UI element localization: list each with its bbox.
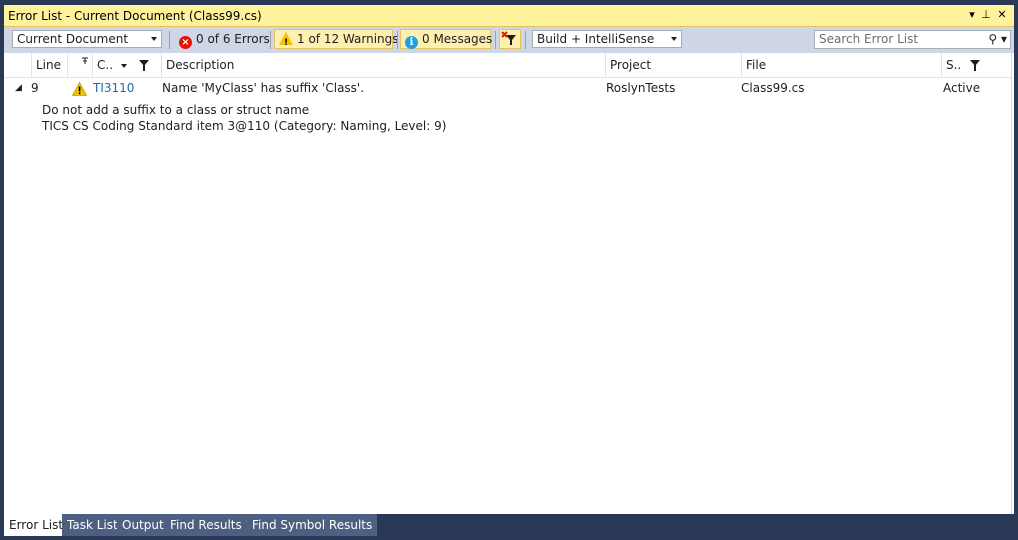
chevron-down-icon: [671, 37, 677, 41]
column-header-file[interactable]: File: [742, 53, 942, 78]
project-cell: RoslynTests: [606, 81, 676, 95]
close-icon[interactable]: ✕: [994, 7, 1010, 23]
messages-filter-button[interactable]: i 0 Messages: [400, 29, 493, 49]
toolbar-separator: [495, 31, 496, 49]
tab-find-symbol-results[interactable]: Find Symbol Results: [247, 514, 378, 536]
pin-icon[interactable]: ⊥: [978, 7, 994, 23]
state-cell: Active: [943, 81, 981, 95]
expander-icon[interactable]: ◢: [15, 83, 22, 93]
column-header-project[interactable]: Project: [606, 53, 742, 78]
row-detail-line: Do not add a suffix to a class or struct…: [42, 103, 310, 117]
clear-filter-icon: [501, 31, 516, 45]
error-list-toolbar: Current Document × 0 of 6 Errors ! 1 of 12…: [4, 27, 1014, 53]
line-cell: 9: [31, 81, 39, 95]
tab-error-list[interactable]: Error List: [4, 514, 69, 536]
column-header-expander[interactable]: [4, 53, 32, 78]
error-list-grid: Line C.. Description Project File S.. ◢ …: [4, 53, 1014, 514]
toolbar-separator: [270, 31, 271, 49]
clear-filter-button[interactable]: [499, 29, 521, 49]
column-header-description[interactable]: Description: [162, 53, 606, 78]
info-icon: i: [405, 36, 418, 49]
row-detail-line: TICS CS Coding Standard item 3@110 (Cate…: [42, 119, 447, 133]
error-code-link[interactable]: TI3110: [93, 81, 134, 95]
description-cell: Name 'MyClass' has suffix 'Class'.: [162, 81, 365, 95]
tab-task-list[interactable]: Task List: [62, 514, 123, 536]
window-title: Error List - Current Document (Class99.c…: [8, 9, 262, 23]
grid-border: [1011, 53, 1012, 514]
build-source-dropdown[interactable]: Build + IntelliSense: [532, 30, 682, 48]
filter-icon[interactable]: [139, 60, 149, 71]
table-row[interactable]: ◢ 9 TI3110 Name 'MyClass' has suffix 'Cl…: [4, 78, 1012, 98]
search-error-list-input[interactable]: Search Error List ⚲ ▾: [814, 30, 1011, 49]
warnings-filter-button[interactable]: ! 1 of 12 Warnings: [274, 29, 399, 49]
messages-filter-label: 0 Messages: [422, 32, 493, 46]
filter-icon[interactable]: [970, 60, 980, 71]
column-header-suppression[interactable]: S..: [942, 53, 996, 78]
scope-dropdown-value: Current Document: [17, 32, 129, 46]
warnings-filter-label: 1 of 12 Warnings: [297, 32, 399, 46]
error-icon: ×: [179, 36, 192, 49]
errors-filter-label: 0 of 6 Errors: [196, 32, 270, 46]
build-source-value: Build + IntelliSense: [537, 32, 655, 46]
chevron-down-icon: [151, 37, 157, 41]
column-header-category[interactable]: [68, 53, 93, 78]
search-icon: ⚲ ▾: [988, 32, 1007, 46]
tab-find-results-1[interactable]: Find Results 1: [165, 514, 259, 536]
column-chooser-icon: [82, 57, 88, 64]
column-header-line[interactable]: Line: [32, 53, 68, 78]
toolbar-separator: [525, 31, 526, 49]
column-header-code[interactable]: C..: [93, 53, 162, 78]
toolbar-separator: [397, 31, 398, 49]
toolbar-separator: [169, 31, 170, 49]
warning-icon: [71, 81, 88, 99]
column-header-row: Line C.. Description Project File S..: [4, 53, 1012, 78]
warning-icon: !: [279, 32, 293, 48]
sort-arrow-icon: [121, 64, 127, 68]
error-list-window: Error List - Current Document (Class99.c…: [0, 0, 1018, 540]
search-placeholder: Search Error List: [819, 32, 919, 46]
scope-dropdown[interactable]: Current Document: [12, 30, 162, 48]
tab-output[interactable]: Output: [117, 514, 169, 536]
file-cell: Class99.cs: [741, 81, 805, 95]
tool-window-titlebar: Error List - Current Document (Class99.c…: [4, 5, 1014, 27]
errors-filter-button[interactable]: × 0 of 6 Errors: [174, 29, 270, 49]
